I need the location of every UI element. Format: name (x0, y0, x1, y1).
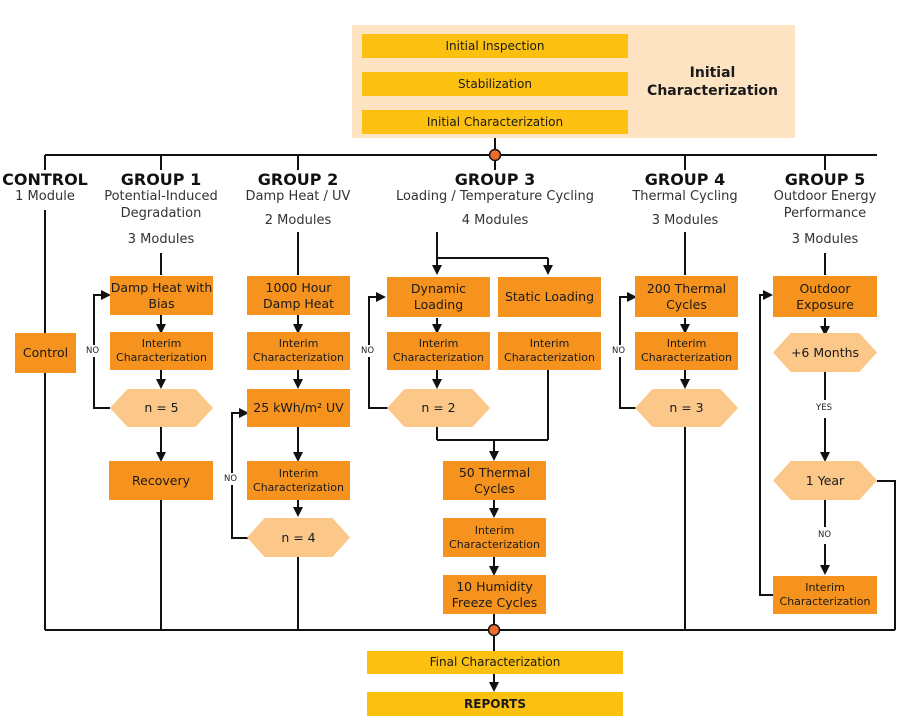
final-characterization-step[interactable]: Final Characterization (367, 651, 623, 674)
group3-thermal-cycles-step[interactable]: 50 Thermal Cycles (443, 461, 546, 500)
group2-damp-heat-step[interactable]: 1000 Hour Damp Heat (247, 276, 350, 315)
initial-characterization-title: Initial Characterization (647, 65, 778, 100)
group2-modules: 2 Modules (264, 213, 332, 228)
group3-humidity-freeze-step[interactable]: 10 Humidity Freeze Cycles (443, 575, 546, 614)
control-modules: 1 Module (15, 189, 75, 204)
initial-characterization-step[interactable]: Initial Characterization (362, 110, 628, 134)
group4-no-label: NO (612, 345, 626, 357)
group3-branch-a-interim-characterization-step[interactable]: Interim Characterization (387, 332, 490, 370)
group5-no-label: NO (818, 529, 832, 541)
control-title: CONTROL (2, 170, 88, 189)
group3-dynamic-loading-step[interactable]: Dynamic Loading (387, 277, 490, 317)
group5-one-year-decision-hex[interactable]: 1 Year (773, 461, 877, 500)
group5-modules: 3 Modules (791, 232, 859, 247)
group2-interim-characterization-step-2[interactable]: Interim Characterization (247, 461, 350, 500)
group4-title: GROUP 4 (644, 170, 726, 189)
stabilization-step[interactable]: Stabilization (362, 72, 628, 96)
group3-title: GROUP 3 (454, 170, 536, 189)
group4-interim-characterization-step[interactable]: Interim Characterization (635, 332, 738, 370)
group5-subtitle: Outdoor Energy Performance (773, 189, 877, 221)
group1-interim-characterization-step[interactable]: Interim Characterization (110, 332, 213, 370)
group4-subtitle: Thermal Cycling (632, 189, 738, 204)
group1-decision-hex[interactable]: n = 5 (110, 389, 213, 427)
group1-subtitle: Potential-Induced Degradation (104, 189, 218, 221)
group5-six-months-decision-hex[interactable]: +6 Months (773, 333, 877, 372)
group5-title: GROUP 5 (784, 170, 866, 189)
group5-outdoor-exposure-step[interactable]: Outdoor Exposure (773, 276, 877, 317)
group3-modules: 4 Modules (461, 213, 529, 228)
initial-inspection-step[interactable]: Initial Inspection (362, 34, 628, 58)
group2-interim-characterization-step-1[interactable]: Interim Characterization (247, 332, 350, 370)
group4-modules: 3 Modules (651, 213, 719, 228)
group2-subtitle: Damp Heat / UV (245, 189, 351, 204)
group1-title: GROUP 1 (120, 170, 202, 189)
group5-yes-label: YES (816, 402, 832, 414)
top-junction-dot (488, 148, 502, 162)
group3-no-label: NO (361, 345, 375, 357)
group3-decision-hex[interactable]: n = 2 (387, 389, 490, 427)
group1-modules: 3 Modules (127, 232, 195, 247)
group2-no-label: NO (224, 473, 238, 485)
reports-step[interactable]: REPORTS (367, 692, 623, 716)
group4-decision-hex[interactable]: n = 3 (635, 389, 738, 427)
group3-subtitle: Loading / Temperature Cycling (395, 189, 595, 204)
group1-recovery-step[interactable]: Recovery (109, 461, 213, 500)
group2-title: GROUP 2 (257, 170, 339, 189)
group4-thermal-cycles-step[interactable]: 200 Thermal Cycles (635, 276, 738, 317)
group1-damp-heat-bias-step[interactable]: Damp Heat with Bias (110, 276, 213, 315)
control-step[interactable]: Control (15, 333, 76, 373)
group5-interim-characterization-step[interactable]: Interim Characterization (773, 576, 877, 614)
group3-merge-interim-characterization-step[interactable]: Interim Characterization (443, 518, 546, 557)
group2-uv-step[interactable]: 25 kWh/m² UV (247, 389, 350, 427)
bottom-junction-dot (487, 623, 501, 637)
group3-static-loading-step[interactable]: Static Loading (498, 277, 601, 317)
group2-decision-hex[interactable]: n = 4 (247, 518, 350, 557)
group3-branch-b-interim-characterization-step[interactable]: Interim Characterization (498, 332, 601, 370)
group1-no-label: NO (86, 345, 100, 357)
